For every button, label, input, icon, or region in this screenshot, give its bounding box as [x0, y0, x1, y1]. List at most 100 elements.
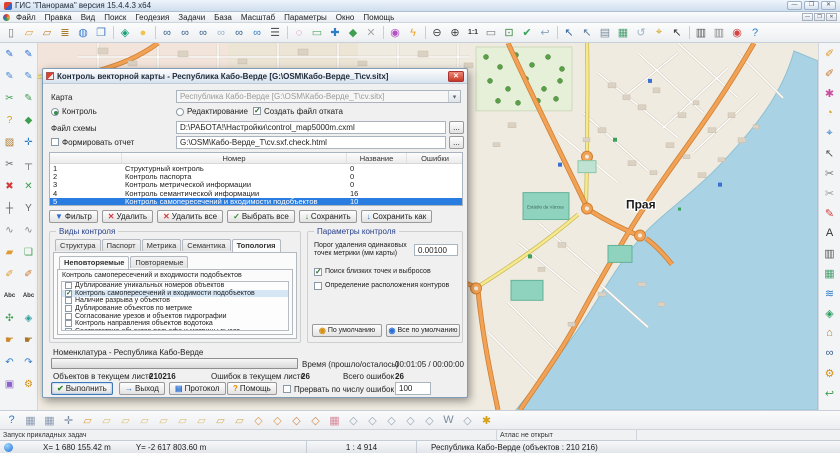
- select-clear-icon[interactable]: ✕: [362, 24, 380, 41]
- menu-item[interactable]: Окно: [332, 13, 359, 22]
- join-edge-icon[interactable]: ┬: [19, 153, 38, 175]
- profile-lines-icon[interactable]: ≋: [820, 283, 840, 303]
- sheet-grid-alt-icon[interactable]: ▦: [41, 413, 58, 428]
- sheet-xml-icon[interactable]: ▱: [98, 413, 115, 428]
- open-geoportal-icon[interactable]: ◍: [74, 24, 92, 41]
- hand-point-alt-icon[interactable]: ☛: [19, 329, 38, 351]
- view-back-icon[interactable]: ↩: [536, 24, 554, 41]
- dialog-titlebar[interactable]: Контроль векторной карты - Республика Ка…: [43, 69, 467, 84]
- pan-pointer-icon[interactable]: ↖: [560, 24, 578, 41]
- topology-node-icon[interactable]: Y: [19, 197, 38, 219]
- zoom-out-icon[interactable]: ⊖: [428, 24, 446, 41]
- control-check-item[interactable]: Дублирование уникальных номеров объектов: [62, 282, 288, 290]
- object-list-icon[interactable]: ☰: [266, 24, 284, 41]
- sheet-rsc-edit-icon[interactable]: ▱: [155, 413, 172, 428]
- menu-item[interactable]: Масштаб: [237, 13, 279, 22]
- run-button[interactable]: ✔Выполнить: [51, 382, 113, 395]
- map-scale[interactable]: 1 : 4 914: [307, 441, 417, 453]
- sheet-w-icon[interactable]: W: [440, 413, 457, 428]
- tile-gray-2-icon[interactable]: ◇: [364, 413, 381, 428]
- export-flag-icon[interactable]: ✱: [478, 413, 495, 428]
- pan-pointer-alt-icon[interactable]: ↖: [578, 24, 596, 41]
- save-as-button[interactable]: ↓Сохранить как: [361, 210, 433, 223]
- zoom-1-1-icon[interactable]: 1:1: [464, 24, 482, 41]
- control-check-item[interactable]: Наличие разрыва у объектов: [62, 297, 288, 305]
- help-button[interactable]: ?Помощь: [227, 382, 277, 395]
- search-icon[interactable]: ∞: [158, 24, 176, 41]
- kind-tab[interactable]: Семантика: [182, 239, 230, 251]
- print-setup-icon[interactable]: ▥: [710, 24, 728, 41]
- cursor-icon[interactable]: ↖: [668, 24, 686, 41]
- sheet-move-icon[interactable]: ✛: [60, 413, 77, 428]
- create-rollback-checkbox[interactable]: Создать файл отката: [253, 107, 343, 116]
- edit-green-icon[interactable]: ✎: [19, 87, 38, 109]
- view-center-icon[interactable]: ⊡: [500, 24, 518, 41]
- tile-gray-3-icon[interactable]: ◇: [383, 413, 400, 428]
- default-button[interactable]: ◉По умолчанию: [312, 324, 382, 337]
- geo-compass-icon[interactable]: ⌖: [820, 123, 840, 143]
- view-apply-icon[interactable]: ✔: [518, 24, 536, 41]
- all-default-button[interactable]: ◉Все по умолчанию: [386, 324, 460, 337]
- map-combobox[interactable]: Республика Кабо-Верде [G:\OSM\Кабо-Верде…: [176, 90, 461, 103]
- image-frame-icon[interactable]: ▣: [0, 373, 19, 395]
- kind-tab[interactable]: Метрика: [142, 239, 182, 251]
- layers-cube-icon[interactable]: ◈: [19, 307, 38, 329]
- redo-icon[interactable]: ↷: [19, 351, 38, 373]
- scheme-file-input[interactable]: D:\РАБОТА!\Настройки\control_map5000m.cx…: [176, 121, 446, 134]
- abort-checkbox[interactable]: Прервать по числу ошибок: [283, 385, 394, 394]
- palette-icon[interactable]: ◉: [386, 24, 404, 41]
- menu-item[interactable]: База: [210, 13, 236, 22]
- highlight-icon[interactable]: ✐: [0, 263, 19, 285]
- graph-net-icon[interactable]: ✣: [0, 307, 19, 329]
- maximize-button[interactable]: ❐: [804, 1, 819, 10]
- select-all-button[interactable]: ✓Выбрать все: [227, 210, 295, 223]
- spline-edit-icon[interactable]: ∿: [19, 219, 38, 241]
- tile-green-icon[interactable]: ❏: [19, 241, 38, 263]
- scheme-browse-button[interactable]: ...: [449, 121, 464, 134]
- threshold-input[interactable]: 0.00100: [414, 244, 458, 256]
- edit-smooth-icon[interactable]: ✎: [19, 65, 38, 87]
- edit-help-icon[interactable]: ?: [0, 109, 19, 131]
- kind-tab[interactable]: Топология: [232, 239, 281, 252]
- home-sheet-icon[interactable]: ⌂: [820, 323, 840, 343]
- map-legend-icon[interactable]: ●: [134, 24, 152, 41]
- red-pencil-icon[interactable]: ✎: [820, 203, 840, 223]
- site-catalog-icon[interactable]: ❐: [92, 24, 110, 41]
- zoom-in-icon[interactable]: ⊕: [446, 24, 464, 41]
- sheet-grid-icon[interactable]: ▦: [22, 413, 39, 428]
- select-rect-icon[interactable]: ▭: [308, 24, 326, 41]
- edit-pencil-icon[interactable]: ✎: [0, 43, 19, 65]
- kind-tab[interactable]: Паспорт: [102, 239, 141, 251]
- move-object-icon[interactable]: ✛: [19, 131, 38, 153]
- control-check-item[interactable]: Контроль направления объектов водотока: [62, 320, 288, 328]
- flashlight-alt-icon[interactable]: ✐: [820, 63, 840, 83]
- label-abc-icon[interactable]: Abc: [0, 285, 19, 307]
- table-header-cell[interactable]: Название: [347, 153, 407, 163]
- report-checkbox[interactable]: Формировать отчет: [51, 138, 134, 147]
- clip-scissors-icon[interactable]: ✂: [820, 163, 840, 183]
- menu-item[interactable]: Параметры: [280, 13, 331, 22]
- tile-export-icon[interactable]: ◇: [307, 413, 324, 428]
- mdi-restore-button[interactable]: ❐: [814, 13, 825, 21]
- highlight-alt-icon[interactable]: ✐: [19, 263, 38, 285]
- layers-3d-icon[interactable]: ◈: [820, 303, 840, 323]
- edit-spline-icon[interactable]: ✎: [19, 43, 38, 65]
- map-layers-icon[interactable]: ◈: [116, 24, 134, 41]
- map-overview-icon[interactable]: ▦: [614, 24, 632, 41]
- kind-tab[interactable]: Структура: [55, 239, 101, 251]
- protractor-icon[interactable]: ◔: [820, 103, 840, 123]
- sheet-pan-icon[interactable]: ▱: [212, 413, 229, 428]
- search-marked-icon[interactable]: ∞: [230, 24, 248, 41]
- chevron-down-icon[interactable]: ▾: [448, 91, 460, 102]
- edit-curve-icon[interactable]: ✎: [0, 65, 19, 87]
- snap-point-icon[interactable]: ┼: [0, 197, 19, 219]
- control-check-item[interactable]: Соответствие объектов рельефа и матрицы …: [62, 328, 288, 331]
- close-button[interactable]: ✕: [821, 1, 836, 10]
- flashlight-icon[interactable]: ✐: [820, 43, 840, 63]
- table-row[interactable]: 5 Контроль самопересечений и входимости …: [50, 198, 462, 206]
- edit-mode-radio[interactable]: Редактирование: [176, 107, 248, 116]
- search-name-icon[interactable]: ∞: [176, 24, 194, 41]
- delete-all-button[interactable]: ✕Удалить все: [157, 210, 223, 223]
- table-header-cell[interactable]: Ошибки: [407, 153, 463, 163]
- view-refresh-icon[interactable]: ↺: [632, 24, 650, 41]
